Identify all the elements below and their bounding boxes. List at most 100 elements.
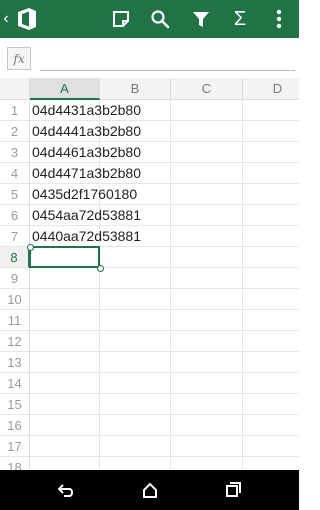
- cell-d6[interactable]: [243, 205, 299, 226]
- column-header-d[interactable]: D: [243, 78, 299, 100]
- cell-b8[interactable]: [100, 247, 171, 268]
- cell-d12[interactable]: [243, 331, 299, 352]
- cell-c10[interactable]: [171, 289, 243, 310]
- cell-b10[interactable]: [100, 289, 171, 310]
- cell-c3[interactable]: [171, 142, 243, 163]
- cell-c6[interactable]: [171, 205, 243, 226]
- cell-b5[interactable]: [100, 184, 171, 205]
- column-header-a[interactable]: A: [30, 78, 100, 100]
- row-header-18[interactable]: 18: [0, 457, 30, 470]
- cell-d10[interactable]: [243, 289, 299, 310]
- cell-a5[interactable]: 0435d2f1760180: [30, 184, 137, 205]
- formula-input[interactable]: [40, 47, 295, 71]
- cell-c17[interactable]: [171, 436, 243, 457]
- selection-handle-top-left[interactable]: [27, 244, 34, 251]
- cell-c7[interactable]: [171, 226, 243, 247]
- cell-d2[interactable]: [243, 121, 299, 142]
- row-header-17[interactable]: 17: [0, 436, 30, 457]
- cell-c13[interactable]: [171, 352, 243, 373]
- cell-a4[interactable]: 04d4471a3b2b80: [30, 163, 141, 184]
- search-icon[interactable]: [147, 0, 173, 38]
- cell-a13[interactable]: [30, 352, 100, 373]
- select-all-corner[interactable]: [0, 78, 30, 100]
- cell-d8[interactable]: [243, 247, 299, 268]
- row-header-1[interactable]: 1: [0, 100, 30, 121]
- row-header-15[interactable]: 15: [0, 394, 30, 415]
- cell-b2[interactable]: [100, 121, 171, 142]
- cell-d13[interactable]: [243, 352, 299, 373]
- row-header-10[interactable]: 10: [0, 289, 30, 310]
- cell-c8[interactable]: [171, 247, 243, 268]
- row-header-12[interactable]: 12: [0, 331, 30, 352]
- fx-button[interactable]: fx: [7, 47, 31, 70]
- cell-b18[interactable]: [100, 457, 171, 470]
- cell-c18[interactable]: [171, 457, 243, 470]
- cell-d5[interactable]: [243, 184, 299, 205]
- cell-d7[interactable]: [243, 226, 299, 247]
- cell-a6[interactable]: 0454aa72d53881: [30, 205, 141, 226]
- selection-handle-bottom-right[interactable]: [97, 265, 104, 272]
- cell-a2[interactable]: 04d4441a3b2b80: [30, 121, 141, 142]
- cell-a1[interactable]: 04d4431a3b2b80: [30, 100, 141, 121]
- cell-b1[interactable]: [100, 100, 171, 121]
- cell-b13[interactable]: [100, 352, 171, 373]
- cell-b11[interactable]: [100, 310, 171, 331]
- cell-d4[interactable]: [243, 163, 299, 184]
- row-header-6[interactable]: 6: [0, 205, 30, 226]
- row-header-5[interactable]: 5: [0, 184, 30, 205]
- spreadsheet-grid[interactable]: A B C D 1 04d4431a3b2b80 2 04d4441a3b2b80 3 04d44…: [0, 78, 299, 470]
- cell-c11[interactable]: [171, 310, 243, 331]
- cell-d1[interactable]: [243, 100, 299, 121]
- cell-b15[interactable]: [100, 394, 171, 415]
- row-header-11[interactable]: 11: [0, 310, 30, 331]
- column-header-b[interactable]: B: [100, 78, 171, 100]
- cell-a8[interactable]: [30, 247, 100, 268]
- row-header-7[interactable]: 7: [0, 226, 30, 247]
- cell-c5[interactable]: [171, 184, 243, 205]
- cell-a11[interactable]: [30, 310, 100, 331]
- cell-d15[interactable]: [243, 394, 299, 415]
- row-header-8[interactable]: 8: [0, 247, 30, 268]
- cell-a12[interactable]: [30, 331, 100, 352]
- cell-a16[interactable]: [30, 415, 100, 436]
- row-header-16[interactable]: 16: [0, 415, 30, 436]
- home-nav-icon[interactable]: [130, 470, 170, 510]
- cell-c9[interactable]: [171, 268, 243, 289]
- cell-a14[interactable]: [30, 373, 100, 394]
- cell-a18[interactable]: [30, 457, 100, 470]
- cell-c2[interactable]: [171, 121, 243, 142]
- cell-d18[interactable]: [243, 457, 299, 470]
- cell-c14[interactable]: [171, 373, 243, 394]
- back-nav-icon[interactable]: [47, 470, 87, 510]
- cell-c4[interactable]: [171, 163, 243, 184]
- more-vertical-icon[interactable]: [266, 0, 292, 38]
- cell-d14[interactable]: [243, 373, 299, 394]
- cell-a17[interactable]: [30, 436, 100, 457]
- sum-icon[interactable]: Σ: [227, 0, 253, 38]
- cell-d9[interactable]: [243, 268, 299, 289]
- cell-b16[interactable]: [100, 415, 171, 436]
- row-header-9[interactable]: 9: [0, 268, 30, 289]
- cell-a7[interactable]: 0440aa72d53881: [30, 226, 141, 247]
- cell-d3[interactable]: [243, 142, 299, 163]
- cell-b17[interactable]: [100, 436, 171, 457]
- cell-d16[interactable]: [243, 415, 299, 436]
- cell-d11[interactable]: [243, 310, 299, 331]
- row-header-13[interactable]: 13: [0, 352, 30, 373]
- cell-c12[interactable]: [171, 331, 243, 352]
- column-header-c[interactable]: C: [171, 78, 243, 100]
- cell-c1[interactable]: [171, 100, 243, 121]
- cell-a15[interactable]: [30, 394, 100, 415]
- cell-b12[interactable]: [100, 331, 171, 352]
- cell-a9[interactable]: [30, 268, 100, 289]
- filter-icon[interactable]: [188, 0, 214, 38]
- cell-a10[interactable]: [30, 289, 100, 310]
- row-header-3[interactable]: 3: [0, 142, 30, 163]
- sticky-note-icon[interactable]: [108, 0, 134, 38]
- cell-c16[interactable]: [171, 415, 243, 436]
- cell-d17[interactable]: [243, 436, 299, 457]
- row-header-14[interactable]: 14: [0, 373, 30, 394]
- cell-c15[interactable]: [171, 394, 243, 415]
- cell-b14[interactable]: [100, 373, 171, 394]
- row-header-2[interactable]: 2: [0, 121, 30, 142]
